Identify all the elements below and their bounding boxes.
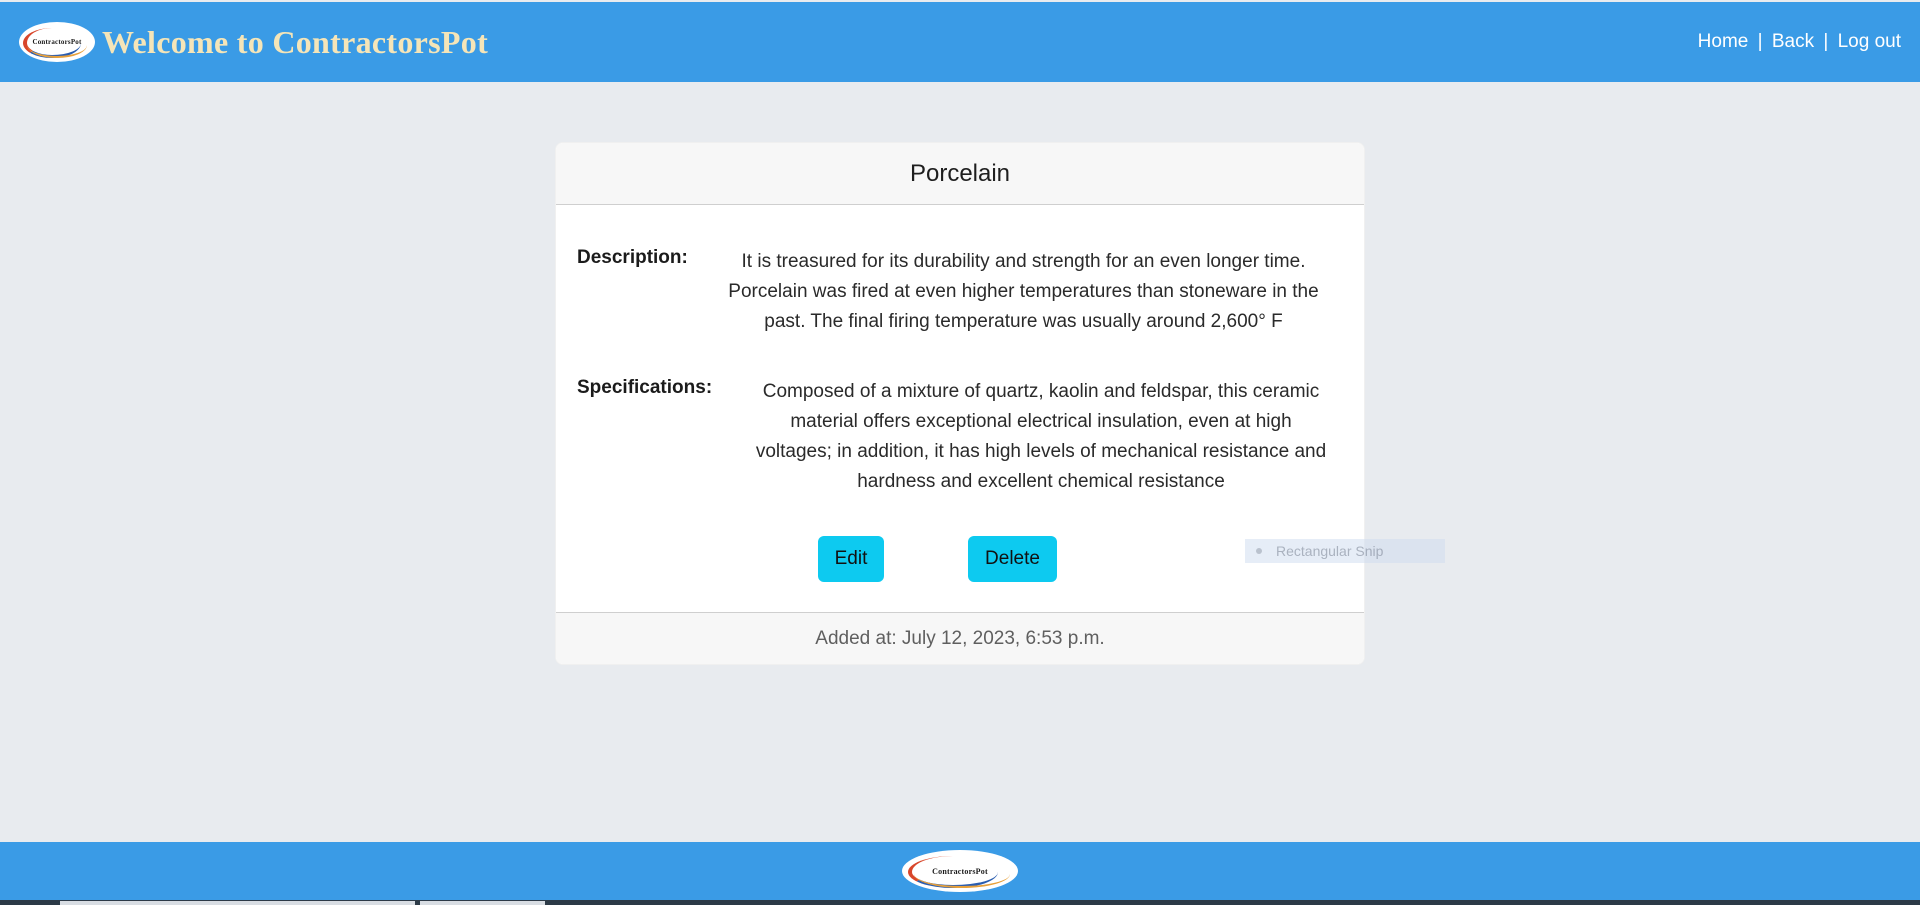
edit-button[interactable]: Edit: [818, 536, 884, 582]
specifications-label: Specifications:: [577, 377, 713, 398]
material-card: Porcelain Description: It is treasured f…: [555, 142, 1365, 665]
specifications-line: material offers exceptional electrical i…: [790, 411, 1292, 432]
added-at-timestamp: Added at: July 12, 2023, 6:53 p.m.: [815, 627, 1105, 649]
contractorspot-logo[interactable]: ContractorsPot: [19, 22, 95, 62]
nav-separator: |: [1823, 31, 1829, 52]
card-header: Porcelain: [556, 143, 1364, 205]
footer-logo-text: ContractorsPot: [932, 866, 988, 876]
description-value: It is treasured for its durability and s…: [706, 247, 1341, 337]
nav-logout-link[interactable]: Log out: [1838, 31, 1901, 52]
footer-bar: ContractorsPot: [0, 842, 1920, 900]
card-footer: Added at: July 12, 2023, 6:53 p.m.: [556, 612, 1364, 664]
rectangular-snip-overlay: Rectangular Snip: [1245, 539, 1445, 563]
taskbar-edge: [0, 900, 1920, 905]
snip-label: Rectangular Snip: [1276, 543, 1384, 559]
material-title: Porcelain: [909, 159, 1011, 187]
specifications-line: Composed of a mixture of quartz, kaolin …: [762, 381, 1320, 402]
nav-home-link[interactable]: Home: [1698, 31, 1749, 52]
description-line: Porcelain was fired at even higher tempe…: [728, 281, 1319, 302]
description-line: past. The final firing temperature was u…: [764, 311, 1283, 332]
nav-back-link[interactable]: Back: [1772, 31, 1814, 52]
specifications-line: voltages; in addition, it has high level…: [755, 441, 1327, 462]
delete-button[interactable]: Delete: [968, 536, 1057, 582]
description-label: Description:: [577, 247, 688, 268]
taskbar-segment: [420, 901, 545, 905]
footer-logo: ContractorsPot: [902, 850, 1018, 892]
specifications-line: hardness and excellent chemical resistan…: [857, 471, 1225, 492]
snip-icon: [1256, 548, 1262, 554]
card-body: Description: It is treasured for its dur…: [556, 205, 1364, 605]
description-line: It is treasured for its durability and s…: [741, 251, 1306, 272]
taskbar-segment: [60, 901, 415, 905]
nav-links: Home | Back | Log out: [1698, 31, 1901, 53]
logo-text: ContractorsPot: [32, 38, 82, 46]
site-title: Welcome to ContractorsPot: [102, 23, 489, 60]
brand[interactable]: ContractorsPot Welcome to ContractorsPot: [19, 22, 488, 62]
specifications-value: Composed of a mixture of quartz, kaolin …: [741, 377, 1341, 497]
nav-separator: |: [1757, 31, 1763, 52]
top-navbar: ContractorsPot Welcome to ContractorsPot…: [0, 2, 1920, 82]
